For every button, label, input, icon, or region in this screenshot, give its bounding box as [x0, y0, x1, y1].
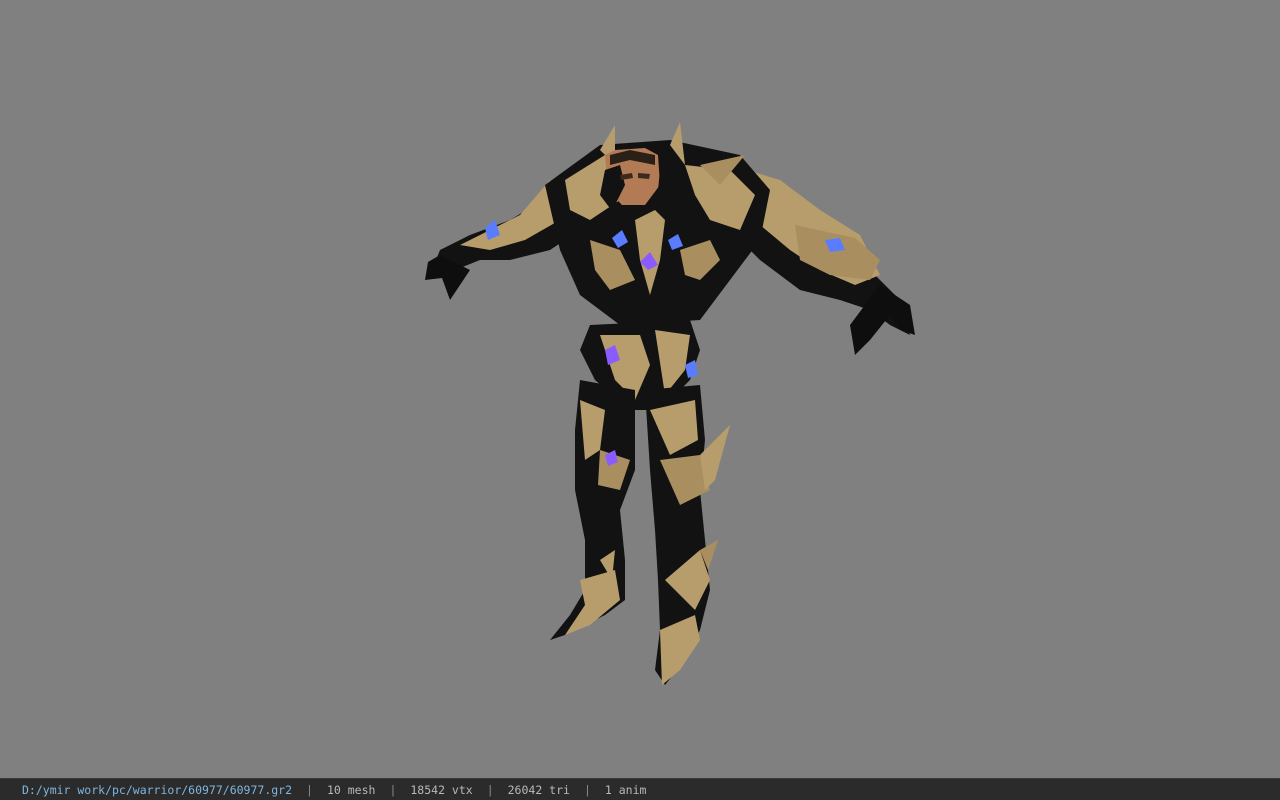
separator: | [486, 782, 494, 797]
mesh-count: 10 mesh [326, 782, 376, 797]
status-bar: D:/ymir work/pc/warrior/60977/60977.gr2 … [0, 778, 1280, 800]
torso [545, 122, 770, 325]
model-viewport[interactable] [0, 0, 1280, 778]
separator: | [389, 782, 397, 797]
separator: | [306, 782, 313, 797]
triangle-count: 26042 tri [507, 782, 570, 797]
separator: | [583, 782, 591, 797]
left-leg [550, 380, 635, 640]
right-leg [645, 385, 730, 685]
animation-count: 1 anim [604, 782, 647, 797]
armored-warrior-model-icon [425, 122, 915, 685]
vertex-count: 18542 vtx [410, 782, 473, 797]
file-path: D:/ymir work/pc/warrior/60977/60977.gr2 [22, 782, 293, 797]
